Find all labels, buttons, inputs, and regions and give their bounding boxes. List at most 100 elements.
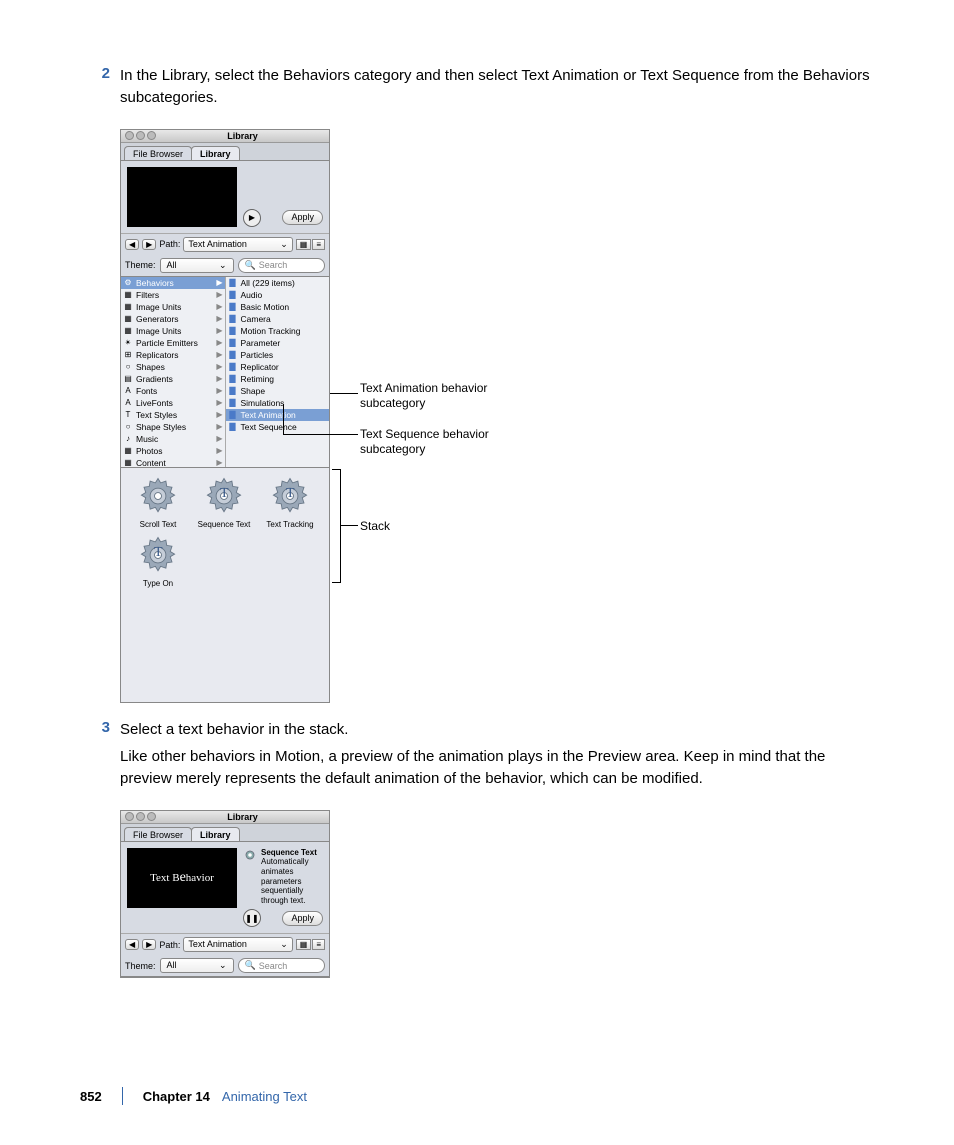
subcategory-item[interactable]: ▇Simulations (226, 397, 330, 409)
category-item[interactable]: ▤Gradients▶ (121, 373, 225, 385)
view-list-button[interactable]: ≡ (312, 239, 325, 250)
search-icon: 🔍 (245, 960, 256, 971)
minimize-icon[interactable] (136, 131, 145, 140)
folder-icon: ▇ (228, 386, 238, 396)
path-toolbar: ◀ ▶ Path: Text Animation⌄ ▦ ≡ (121, 933, 329, 955)
category-icon: ▦ (123, 302, 133, 312)
subcategory-item[interactable]: ▇Text Animation (226, 409, 330, 421)
category-item[interactable]: ▦Filters▶ (121, 289, 225, 301)
annotation-text-sequence: Text Sequence behavior subcategory (360, 427, 520, 458)
stack-item[interactable]: Scroll Text (127, 474, 189, 529)
nav-forward-button[interactable]: ▶ (142, 239, 156, 250)
theme-selector[interactable]: All⌄ (160, 258, 234, 273)
apply-button[interactable]: Apply (282, 911, 323, 926)
annotation-stack: Stack (360, 519, 520, 535)
theme-toolbar: Theme: All⌄ 🔍 Search (121, 955, 329, 977)
subcategory-item[interactable]: ▇Particles (226, 349, 330, 361)
category-icon: ⚙ (123, 278, 133, 288)
category-icon: ▦ (123, 326, 133, 336)
subcategory-item[interactable]: ▇Motion Tracking (226, 325, 330, 337)
preview-thumbnail: Text Behavior (127, 848, 237, 908)
theme-selector[interactable]: All⌄ (160, 958, 234, 973)
close-icon[interactable] (125, 131, 134, 140)
path-toolbar: ◀ ▶ Path: Text Animation⌄ ▦ ≡ (121, 233, 329, 255)
category-icon: ▦ (123, 446, 133, 456)
folder-icon: ▇ (228, 338, 238, 348)
nav-back-button[interactable]: ◀ (125, 939, 139, 950)
gear-icon: T (268, 474, 312, 518)
folder-icon: ▇ (228, 362, 238, 372)
tab-library[interactable]: Library (191, 827, 240, 841)
nav-back-button[interactable]: ◀ (125, 239, 139, 250)
folder-icon: ▇ (228, 374, 238, 384)
view-grid-button[interactable]: ▦ (296, 239, 312, 250)
category-item[interactable]: ✴Particle Emitters▶ (121, 337, 225, 349)
stack-area[interactable]: Scroll Text TSequence Text TText Trackin… (121, 468, 329, 702)
tab-file-browser[interactable]: File Browser (124, 146, 192, 160)
step-text: In the Library, select the Behaviors cat… (120, 65, 874, 115)
folder-icon: ▇ (228, 302, 238, 312)
tab-file-browser[interactable]: File Browser (124, 827, 192, 841)
tab-library[interactable]: Library (191, 146, 240, 160)
category-item[interactable]: ⊞Replicators▶ (121, 349, 225, 361)
path-selector[interactable]: Text Animation⌄ (183, 937, 292, 952)
stack-item[interactable]: TText Tracking (259, 474, 321, 529)
search-input[interactable]: 🔍 Search (238, 258, 325, 273)
category-item[interactable]: ▦Photos▶ (121, 445, 225, 457)
subcategory-item[interactable]: ▇Replicator (226, 361, 330, 373)
category-item[interactable]: ALiveFonts▶ (121, 397, 225, 409)
apply-button[interactable]: Apply (282, 210, 323, 225)
category-icon: ⊞ (123, 350, 133, 360)
subcategory-item[interactable]: ▇Text Sequence (226, 421, 330, 433)
zoom-icon[interactable] (147, 131, 156, 140)
gear-icon: T (136, 533, 180, 577)
play-button[interactable]: ▶ (243, 209, 261, 227)
category-item[interactable]: ▦Image Units▶ (121, 325, 225, 337)
page-footer: 852 Chapter 14 Animating Text (80, 1087, 874, 1105)
nav-forward-button[interactable]: ▶ (142, 939, 156, 950)
category-item[interactable]: ▦Generators▶ (121, 313, 225, 325)
zoom-icon[interactable] (147, 812, 156, 821)
subcategory-item[interactable]: ▇Shape (226, 385, 330, 397)
subcategory-item[interactable]: ▇All (229 items) (226, 277, 330, 289)
theme-label: Theme: (125, 961, 156, 971)
stack-item[interactable]: TType On (127, 533, 189, 588)
category-icon: ✴ (123, 338, 133, 348)
subcategory-item[interactable]: ▇Retiming (226, 373, 330, 385)
category-item[interactable]: ⚙Behaviors▶ (121, 277, 225, 289)
category-icon: ▦ (123, 458, 133, 467)
pause-button[interactable]: ❚❚ (243, 909, 261, 927)
folder-icon: ▇ (228, 326, 238, 336)
category-icon: ○ (123, 362, 133, 372)
theme-label: Theme: (125, 260, 156, 270)
category-item[interactable]: TText Styles▶ (121, 409, 225, 421)
view-grid-button[interactable]: ▦ (296, 939, 312, 950)
category-item[interactable]: AFonts▶ (121, 385, 225, 397)
step-text: Select a text behavior in the stack. Lik… (120, 719, 874, 796)
subcategory-item[interactable]: ▇Audio (226, 289, 330, 301)
subcategory-column[interactable]: ▇All (229 items)▇Audio▇Basic Motion▇Came… (226, 277, 330, 467)
category-item[interactable]: ○Shape Styles▶ (121, 421, 225, 433)
category-item[interactable]: ▦Content▶ (121, 457, 225, 467)
page-number: 852 (80, 1089, 102, 1104)
path-label: Path: (159, 239, 180, 249)
step-2: 2 In the Library, select the Behaviors c… (80, 65, 874, 115)
subcategory-item[interactable]: ▇Camera (226, 313, 330, 325)
category-item[interactable]: ○Shapes▶ (121, 361, 225, 373)
annotation-text-animation: Text Animation behavior subcategory (360, 381, 520, 412)
view-list-button[interactable]: ≡ (312, 939, 325, 950)
search-input[interactable]: 🔍 Search (238, 958, 325, 973)
close-icon[interactable] (125, 812, 134, 821)
window-titlebar: Library (121, 130, 329, 143)
preview-description: Sequence Text Automatically animates par… (243, 848, 323, 906)
folder-icon: ▇ (228, 290, 238, 300)
category-item[interactable]: ▦Image Units▶ (121, 301, 225, 313)
subcategory-item[interactable]: ▇Basic Motion (226, 301, 330, 313)
category-column[interactable]: ⚙Behaviors▶▦Filters▶▦Image Units▶▦Genera… (121, 277, 226, 467)
stack-item[interactable]: TSequence Text (193, 474, 255, 529)
traffic-lights (125, 131, 156, 140)
subcategory-item[interactable]: ▇Parameter (226, 337, 330, 349)
path-selector[interactable]: Text Animation⌄ (183, 237, 292, 252)
minimize-icon[interactable] (136, 812, 145, 821)
category-item[interactable]: ♪Music▶ (121, 433, 225, 445)
